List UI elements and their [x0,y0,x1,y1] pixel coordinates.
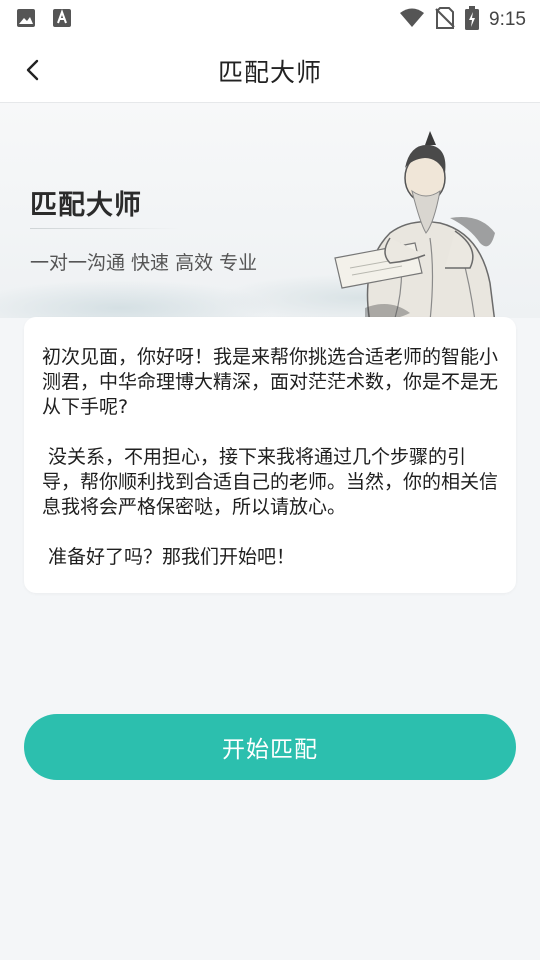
page-title: 匹配大师 [217,58,322,87]
no-sim-icon [435,7,455,33]
hero-subtitle: 一对一沟通 快速 高效 专业 [30,252,258,274]
status-bar: 9:15 [0,0,540,36]
battery-charging-icon [465,6,480,34]
intro-text: 初次见面，你好呀！我是来帮你挑选合适老师的智能小测君，中华命理博大精深，面对茫茫… [42,345,500,570]
intro-card: 初次见面，你好呀！我是来帮你挑选合适老师的智能小测君，中华命理博大精深，面对茫茫… [24,317,516,593]
image-icon [16,8,36,32]
start-match-button[interactable]: 开始匹配 [24,714,516,780]
wifi-icon [399,8,425,32]
hero-title: 匹配大师 [30,190,142,221]
intro-paragraph: 没关系，不用担心，接下来我将通过几个步骤的引导，帮你顺利找到合适自己的老师。当然… [42,446,499,518]
hero-banner: 匹配大师 一对一沟通 快速 高效 专业 [0,103,540,318]
hero-divider [30,228,180,229]
status-time: 9:15 [489,9,526,30]
intro-paragraph: 准备好了吗？那我们开始吧！ [42,546,296,568]
sage-reading-scroll-illustration [330,123,500,318]
app-bar: 匹配大师 [0,36,540,103]
intro-paragraph: 初次见面，你好呀！我是来帮你挑选合适老师的智能小测君，中华命理博大精深，面对茫茫… [42,346,499,418]
font-icon [52,8,72,32]
